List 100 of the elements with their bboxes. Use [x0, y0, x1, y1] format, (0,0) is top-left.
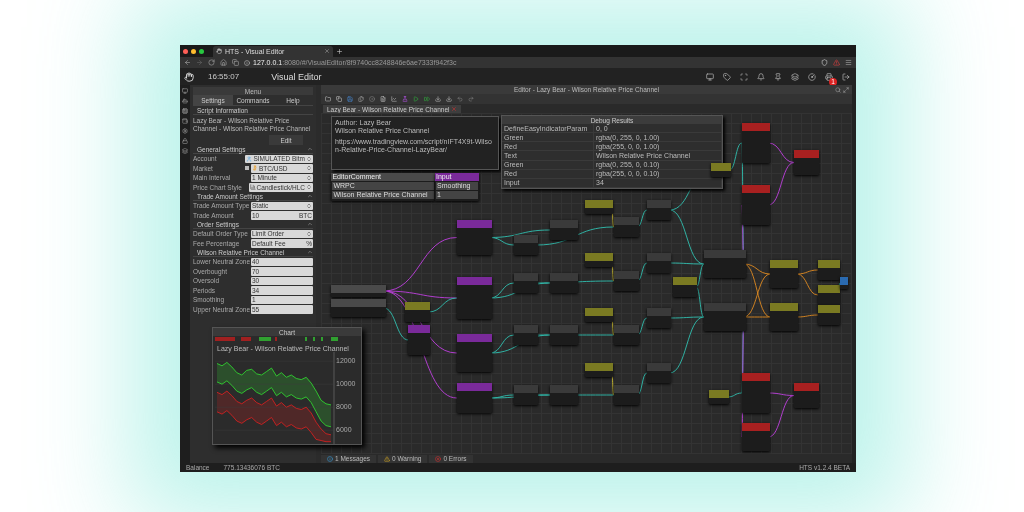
- graph-node[interactable]: [513, 235, 538, 255]
- graph-node[interactable]: [585, 363, 614, 377]
- chevrons-icon: [306, 230, 312, 237]
- layers-icon[interactable]: [182, 148, 188, 154]
- chevrons-icon: [306, 184, 312, 191]
- lock-icon[interactable]: [182, 138, 188, 144]
- graph-node[interactable]: [646, 308, 671, 328]
- chevrons-icon: [306, 155, 312, 162]
- folder-icon[interactable]: [325, 96, 331, 102]
- graph-node[interactable]: [770, 303, 799, 331]
- graph-node[interactable]: [703, 250, 746, 278]
- back-icon[interactable]: [184, 59, 191, 66]
- fast-forward-icon[interactable]: [424, 96, 430, 102]
- graph-node[interactable]: [646, 200, 671, 220]
- forward-icon[interactable]: [196, 59, 203, 66]
- graph-node[interactable]: [613, 217, 639, 237]
- info-icon: [327, 455, 333, 462]
- graph-node[interactable]: [770, 260, 799, 288]
- bell-icon[interactable]: [757, 72, 765, 81]
- graph-node[interactable]: [585, 308, 614, 322]
- collapse-icon: [307, 221, 313, 227]
- graph-node[interactable]: [613, 385, 639, 405]
- collapse-icon: [307, 193, 313, 199]
- circle-icon[interactable]: [369, 96, 375, 102]
- graph-node[interactable]: [817, 285, 840, 305]
- graph-node[interactable]: [613, 271, 639, 291]
- graph-node[interactable]: [549, 385, 578, 405]
- graph-node[interactable]: [710, 163, 731, 177]
- graph-node[interactable]: [741, 185, 770, 225]
- redo-icon[interactable]: [468, 96, 474, 102]
- reload-icon[interactable]: [208, 59, 215, 66]
- triangle-icon[interactable]: [833, 59, 840, 66]
- connector-line: [636, 209, 648, 228]
- connector-line: [636, 262, 648, 282]
- close-icon[interactable]: [451, 106, 458, 112]
- maximize-icon[interactable]: [843, 86, 849, 93]
- graph-node[interactable]: [404, 302, 430, 322]
- graph-node[interactable]: [456, 383, 492, 413]
- menu-icon[interactable]: [845, 59, 852, 66]
- close-icon[interactable]: [324, 48, 330, 54]
- graph-node[interactable]: [549, 325, 578, 345]
- undo-icon[interactable]: [457, 96, 463, 102]
- graph-node[interactable]: [456, 277, 492, 319]
- graph-node[interactable]: [703, 303, 746, 331]
- graph-node[interactable]: [331, 299, 387, 317]
- logout-icon[interactable]: [842, 72, 850, 81]
- play-icon[interactable]: [413, 96, 419, 102]
- graph-node[interactable]: [585, 200, 614, 214]
- line-chart-icon[interactable]: [391, 96, 397, 102]
- graph-node[interactable]: [817, 305, 840, 325]
- graph-node[interactable]: [673, 277, 698, 297]
- gauge-icon[interactable]: [808, 72, 816, 81]
- monitor-icon[interactable]: [706, 72, 714, 81]
- graph-node[interactable]: [585, 253, 614, 267]
- graph-node[interactable]: [456, 220, 492, 255]
- graph-node[interactable]: [331, 285, 387, 297]
- pin-icon[interactable]: [774, 72, 782, 81]
- home-icon[interactable]: [220, 59, 227, 66]
- graph-node[interactable]: [741, 373, 770, 413]
- save-icon[interactable]: [347, 96, 353, 102]
- graph-node[interactable]: [708, 390, 729, 404]
- settings-icon[interactable]: [182, 128, 188, 134]
- download-icon[interactable]: [435, 96, 441, 102]
- graph-node[interactable]: [513, 273, 538, 293]
- graph-node[interactable]: [646, 253, 671, 273]
- search-icon[interactable]: [835, 86, 841, 93]
- flask-icon[interactable]: [402, 96, 408, 102]
- files-icon[interactable]: [358, 96, 364, 102]
- graph-node[interactable]: [549, 220, 578, 240]
- tag-icon[interactable]: [723, 72, 731, 81]
- download-icon[interactable]: [446, 96, 452, 102]
- graph-node[interactable]: [646, 363, 671, 383]
- printer-icon[interactable]: [825, 72, 833, 81]
- graph-node[interactable]: [456, 334, 492, 372]
- connector-line: [636, 317, 648, 336]
- bot-icon[interactable]: [182, 98, 188, 104]
- layers-icon[interactable]: [791, 72, 799, 81]
- graph-node[interactable]: [408, 325, 431, 355]
- warning-icon: [384, 455, 391, 462]
- graph-node[interactable]: [839, 277, 848, 289]
- graph-node[interactable]: [513, 325, 538, 345]
- scan-icon[interactable]: [740, 72, 748, 81]
- app-title: Visual Editor: [271, 71, 322, 82]
- graph-node[interactable]: [794, 383, 820, 408]
- graph-node[interactable]: [513, 385, 538, 405]
- graph-node[interactable]: [741, 123, 770, 163]
- error-icon: [435, 455, 442, 462]
- chevrons-icon: [306, 165, 312, 172]
- collapse-icon: [307, 146, 313, 152]
- monitor-icon[interactable]: [182, 88, 188, 94]
- copy-icon[interactable]: [232, 59, 239, 66]
- new-tab-icon[interactable]: [336, 47, 343, 55]
- graph-node[interactable]: [549, 273, 578, 293]
- graph-node[interactable]: [817, 260, 840, 280]
- copy-icon[interactable]: [336, 96, 342, 102]
- graph-node[interactable]: [613, 325, 639, 345]
- graph-node[interactable]: [741, 423, 770, 451]
- graph-node[interactable]: [794, 150, 820, 175]
- file-icon[interactable]: [380, 96, 386, 102]
- shield-icon[interactable]: [821, 59, 828, 66]
